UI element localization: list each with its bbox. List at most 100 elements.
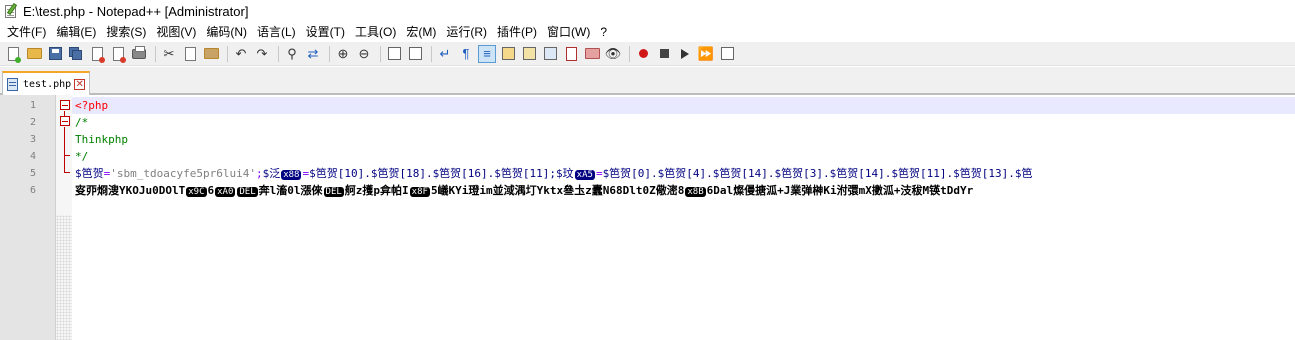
show-all-chars-button[interactable]: ¶ (457, 45, 475, 63)
menu-encoding[interactable]: 编码(N) (201, 22, 252, 42)
line-number: 5 (29, 168, 36, 179)
menu-help[interactable]: ? (595, 22, 612, 42)
copy-icon (184, 46, 196, 61)
word-wrap-button[interactable]: ↵ (436, 45, 454, 63)
menu-macro[interactable]: 宏(M) (401, 22, 441, 42)
save-macro-button[interactable] (718, 45, 736, 63)
open-folder-button[interactable] (583, 45, 601, 63)
code-variable: $玟 (556, 167, 574, 180)
close-file-icon (91, 46, 105, 63)
run-macro-multiple-button[interactable]: ⏩ (697, 45, 715, 63)
save-button[interactable] (46, 45, 64, 63)
replace-icon: ⇄ (307, 45, 319, 61)
code-line-5: $笆贺='sbm_tdoacyfe5pr6lui4';$泛 x88 =$笆贺[10]… (75, 165, 1032, 182)
toolbar-separator (629, 45, 630, 62)
zoom-in-icon: ⊕ (337, 45, 349, 61)
indent-guide-button[interactable]: ≡ (478, 44, 496, 63)
cut-button[interactable]: ✂ (160, 45, 178, 63)
stop-recording-button[interactable] (655, 45, 673, 63)
menu-run[interactable]: 运行(R) (441, 22, 492, 42)
binary-text: 5嶬KYi璒im並淢湡圢Yktx叄圡z蠹N68Dlt0Z儆滵8 (430, 184, 685, 197)
zoom-in-button[interactable]: ⊕ (334, 45, 352, 63)
close-button[interactable] (88, 45, 106, 63)
open-folder-icon (26, 48, 42, 59)
play-icon (681, 48, 689, 59)
find-button[interactable]: ⚲ (283, 45, 301, 63)
tab-strip: test.php ✕ (0, 67, 1295, 95)
tab-label: test.php (23, 78, 72, 90)
sync-vertical-button[interactable] (385, 45, 403, 63)
playback-macro-button[interactable] (676, 45, 694, 63)
binoculars-icon: ⚲ (287, 45, 297, 61)
sync-horizontal-button[interactable] (406, 45, 424, 63)
code-operator: ; (255, 167, 263, 180)
binary-text: 6 (207, 184, 215, 197)
undo-button[interactable]: ↶ (232, 45, 250, 63)
toolbar-separator (431, 45, 432, 62)
redo-button[interactable]: ↷ (253, 45, 271, 63)
printer-icon (132, 45, 146, 59)
close-tab-icon[interactable]: ✕ (74, 78, 86, 90)
new-file-button[interactable] (4, 45, 22, 63)
toolbar-separator (329, 45, 330, 62)
folder-workspace-icon (565, 46, 577, 61)
current-line-highlight (72, 97, 1295, 114)
paste-button[interactable] (202, 45, 220, 63)
menu-tools[interactable]: 工具(O) (350, 22, 401, 42)
menu-edit[interactable]: 编辑(E) (51, 22, 101, 42)
tab-test-php[interactable]: test.php ✕ (2, 71, 90, 95)
code-operator: = (595, 167, 603, 180)
indent-guide-icon: ≡ (483, 45, 491, 61)
code-line-3: Thinkphp (75, 131, 128, 148)
control-char-badge: xA0 (215, 187, 236, 197)
toolbar: ✂ ↶ ↷ ⚲ ⇄ ⊕ ⊖ ↵ ¶ ≡ 👁 ⏩ (0, 42, 1295, 66)
menu-plugins[interactable]: 插件(P) (492, 22, 542, 42)
undo-icon: ↶ (235, 45, 247, 61)
menu-view[interactable]: 视图(V) (151, 22, 201, 42)
binary-text: 6Dal燦僈搪泒+J業弹榊Ki泭彋mX擻泒+汥秡M锳tDdYr (706, 184, 974, 197)
save-all-button[interactable] (67, 45, 85, 63)
udl-icon (501, 47, 515, 60)
replace-button[interactable]: ⇄ (304, 45, 322, 63)
save-macro-icon (720, 47, 734, 60)
menu-window[interactable]: 窗口(W) (542, 22, 595, 42)
control-char-badge: x88 (281, 170, 302, 180)
function-list-icon (543, 47, 557, 60)
folder-workspace-button[interactable] (562, 45, 580, 63)
control-char-badge: xA5 (574, 170, 595, 180)
user-defined-language-button[interactable] (499, 45, 517, 63)
editor-area[interactable]: 1 2 3 4 5 6 <?php /* Thinkphp */ $笆贺 = 'sb… (0, 95, 1295, 340)
record-icon (638, 49, 648, 58)
comment-text: Thinkphp (75, 133, 128, 146)
scissors-icon: ✂ (163, 45, 175, 61)
close-all-button[interactable] (109, 45, 127, 63)
fold-margin-pattern (56, 215, 72, 340)
fold-toggle-php[interactable] (60, 100, 70, 110)
monitoring-button[interactable]: 👁 (604, 45, 622, 63)
new-file-icon (7, 46, 21, 63)
record-macro-button[interactable] (634, 45, 652, 63)
control-char-badge: DEL (323, 187, 344, 197)
document-map-button[interactable] (520, 45, 538, 63)
pilcrow-icon: ¶ (462, 45, 470, 61)
copy-button[interactable] (181, 45, 199, 63)
menu-language[interactable]: 语言(L) (252, 22, 301, 42)
zoom-out-button[interactable]: ⊖ (355, 45, 373, 63)
menu-settings[interactable]: 设置(T) (301, 22, 350, 42)
sync-horizontal-icon (408, 47, 422, 60)
print-button[interactable] (130, 45, 148, 63)
code-line-4: */ (75, 148, 88, 165)
open-file-button[interactable] (25, 45, 43, 63)
menu-search[interactable]: 搜索(S) (101, 22, 151, 42)
fold-toggle-comment[interactable] (60, 116, 70, 126)
file-icon (7, 77, 18, 91)
binary-text: 奔l滀0l漲倈 (258, 184, 323, 197)
toolbar-separator (227, 45, 228, 62)
clipboard-icon (203, 48, 219, 59)
control-char-badge: x8F (409, 187, 430, 197)
menu-file[interactable]: 文件(F) (2, 22, 51, 42)
eye-icon: 👁 (604, 45, 622, 61)
window-title: E:\test.php - Notepad++ [Administrator] (23, 3, 249, 19)
function-list-button[interactable] (541, 45, 559, 63)
fold-line (64, 127, 65, 155)
